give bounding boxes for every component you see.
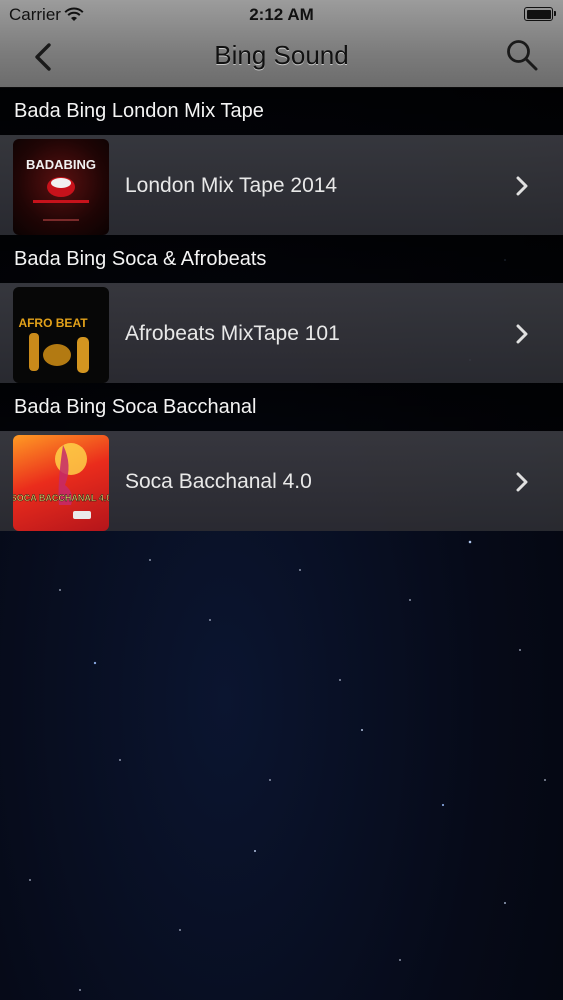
section-header-london: Bada Bing London Mix Tape xyxy=(0,87,563,135)
album-art-soca: SOCA BACCHANAL 4.0 xyxy=(13,435,109,531)
chevron-right-icon xyxy=(516,324,528,344)
album-art-london: BADABING xyxy=(13,139,109,235)
list-item-label: Soca Bacchanal 4.0 xyxy=(125,470,312,493)
top-bar: Carrier 2:12 AM Bing Sound xyxy=(0,0,563,88)
chevron-right-icon xyxy=(516,472,528,492)
album-art-text: AFRO BEAT xyxy=(18,316,88,330)
status-bar: Carrier 2:12 AM xyxy=(0,0,563,30)
list-item-label: London Mix Tape 2014 xyxy=(125,174,338,197)
status-time: 2:12 AM xyxy=(249,5,314,24)
page-title: Bing Sound xyxy=(214,40,349,70)
search-button[interactable] xyxy=(505,38,539,72)
section-header-soca: Bada Bing Soca Bacchanal xyxy=(0,383,563,431)
list-item-afrobeats-mixtape[interactable]: AFRO BEAT Afrobeats MixTape 101 xyxy=(0,283,563,383)
battery-icon xyxy=(524,7,556,21)
album-art-text: BADABING xyxy=(26,157,96,172)
list-item-label: Afrobeats MixTape 101 xyxy=(125,322,340,345)
list-item-soca-bacchanal[interactable]: SOCA BACCHANAL 4.0 Soca Bacchanal 4.0 xyxy=(0,431,563,531)
chevron-right-icon xyxy=(516,176,528,196)
navigation-bar: Bing Sound xyxy=(0,30,563,87)
album-art-text: SOCA BACCHANAL 4.0 xyxy=(13,493,109,503)
album-art-afrobeats: AFRO BEAT xyxy=(13,287,109,383)
list-item-london-mix-tape[interactable]: BADABING London Mix Tape 2014 xyxy=(0,135,563,235)
section-header-afrobeats: Bada Bing Soca & Afrobeats xyxy=(0,235,563,283)
